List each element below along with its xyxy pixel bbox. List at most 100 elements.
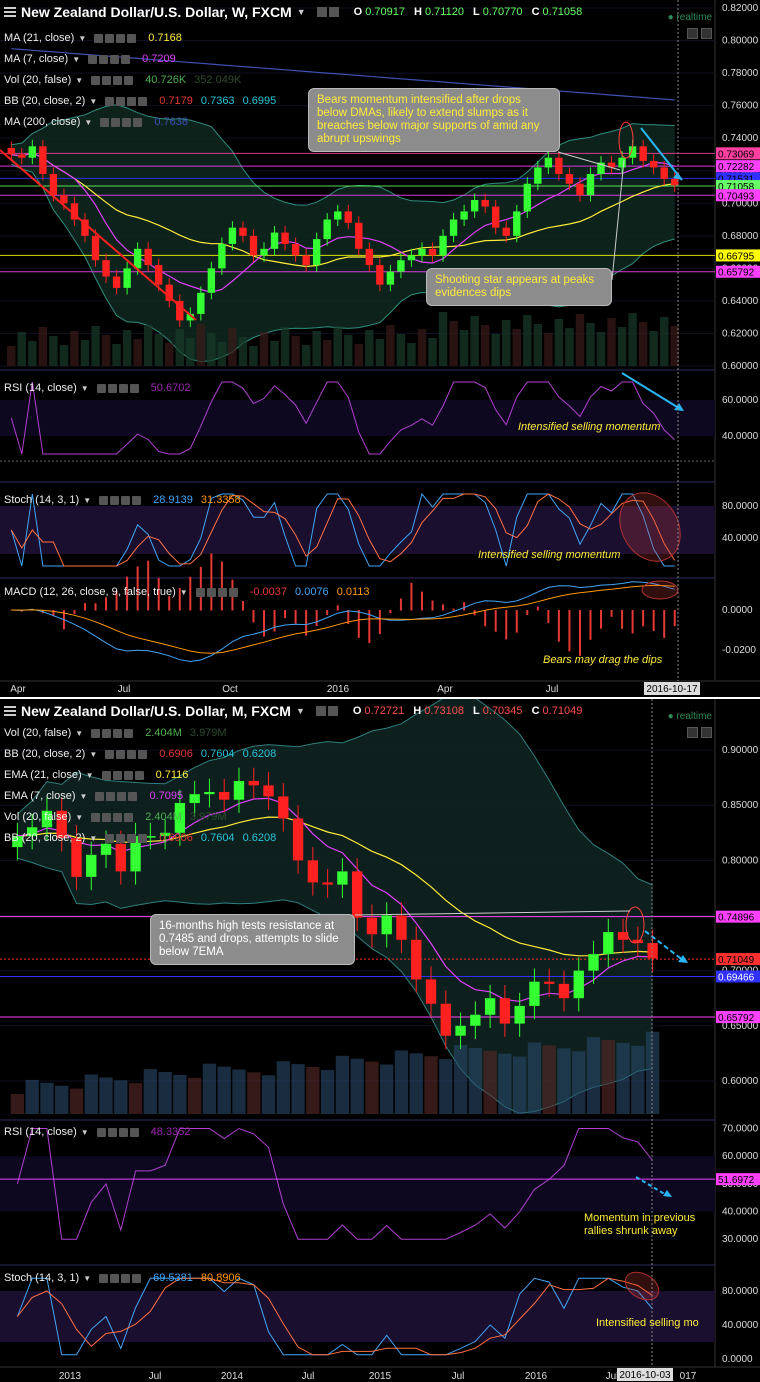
chevron-down-icon[interactable]: ▼ xyxy=(89,834,97,843)
menu-icon[interactable] xyxy=(4,7,16,17)
series-settings-buttons[interactable] xyxy=(316,7,339,17)
indicator-buttons[interactable] xyxy=(88,54,131,64)
indicator-value: 352.049K xyxy=(194,74,242,86)
indicator-label: MA (21, close) xyxy=(4,32,75,44)
pane-controls[interactable] xyxy=(687,28,712,39)
monthly-symbol-title[interactable]: New Zealand Dollar/U.S. Dollar, M, FXCM xyxy=(21,703,291,719)
chevron-down-icon[interactable]: ▼ xyxy=(297,7,306,17)
volume-bar xyxy=(344,335,353,366)
candle-body xyxy=(307,860,319,883)
indicator-buttons[interactable] xyxy=(100,117,143,127)
macd-histogram-bar xyxy=(515,610,518,633)
arrow-up-icon[interactable] xyxy=(701,28,712,39)
chevron-down-icon[interactable]: ▼ xyxy=(75,729,83,738)
indicator-buttons[interactable] xyxy=(105,96,148,106)
candle-body xyxy=(639,146,647,161)
arrow-down-icon[interactable] xyxy=(687,28,698,39)
indicator-buttons[interactable] xyxy=(94,33,137,43)
candle-body xyxy=(428,248,437,256)
indicator-legend[interactable]: EMA (7, close) ▼ 0.7095 xyxy=(4,790,183,802)
indicator-legend[interactable]: BB (20, close, 2) ▼ 0.7179 0.7363 0.6995 xyxy=(4,95,276,107)
indicator-legend[interactable]: EMA (21, close) ▼ 0.7116 xyxy=(4,769,188,781)
indicator-value: 0.7638 xyxy=(154,116,188,128)
indicator-buttons[interactable] xyxy=(91,728,134,738)
candle-body xyxy=(481,200,489,207)
indicator-legend[interactable]: MA (7, close) ▼ 0.7209 xyxy=(4,53,176,65)
monthly-stoch-legend: Stoch (14, 3, 1) ▼ 69.5381 80.8906 xyxy=(4,1272,241,1284)
indicator-legend[interactable]: BB (20, close, 2) ▼ 0.6906 0.7604 0.6208 xyxy=(4,748,276,760)
macd-histogram-bar xyxy=(389,610,392,614)
candle-body xyxy=(660,167,668,179)
candle-body xyxy=(455,1025,466,1036)
candle-body xyxy=(270,232,279,249)
price-axis-label: 0.60000 xyxy=(722,361,759,372)
stoch-axis-label: 0.0000 xyxy=(722,1354,753,1365)
pane-controls[interactable] xyxy=(687,727,712,738)
note-shooting-star: Shooting star appears at peaks evidences… xyxy=(426,268,612,306)
candle-body xyxy=(39,146,47,174)
indicator-buttons[interactable] xyxy=(95,791,138,801)
candle-body xyxy=(322,882,333,885)
chevron-down-icon[interactable]: ▼ xyxy=(78,34,86,43)
volume-bar xyxy=(596,332,606,366)
chevron-down-icon[interactable]: ▼ xyxy=(72,55,80,64)
arrow-down-icon[interactable] xyxy=(687,727,698,738)
candle-body xyxy=(263,785,274,797)
indicator-buttons[interactable] xyxy=(91,75,134,85)
candle-body xyxy=(302,255,310,266)
indicator-buttons[interactable] xyxy=(91,812,134,822)
volume-bar xyxy=(158,1072,172,1114)
macd-histogram-bar xyxy=(83,603,86,611)
chevron-down-icon[interactable]: ▼ xyxy=(80,792,88,801)
chevron-down-icon[interactable]: ▼ xyxy=(89,97,97,106)
indicator-buttons[interactable] xyxy=(101,770,144,780)
chevron-down-icon[interactable]: ▼ xyxy=(84,118,92,127)
indicator-legend[interactable]: Vol (20, false) ▼ 2.404M 3.979M xyxy=(4,727,227,739)
volume-bar xyxy=(232,1069,246,1114)
chevron-down-icon[interactable]: ▼ xyxy=(296,706,305,716)
candle-body xyxy=(529,981,540,1006)
realtime-badge: ● realtime xyxy=(667,12,712,23)
volume-bar xyxy=(247,1072,261,1114)
candle-body xyxy=(381,915,392,935)
macd-histogram-bar xyxy=(600,610,603,629)
chevron-down-icon[interactable]: ▼ xyxy=(89,750,97,759)
series-settings-buttons[interactable] xyxy=(315,706,338,716)
monthly-chart[interactable]: 0.900000.850000.800000.750000.700000.650… xyxy=(0,699,760,1382)
time-axis-label: Apr xyxy=(437,684,453,695)
menu-icon[interactable] xyxy=(4,706,16,716)
chevron-down-icon[interactable]: ▼ xyxy=(75,813,83,822)
volume-bar xyxy=(409,1053,423,1114)
candle-body xyxy=(219,791,230,800)
weekly-symbol-title[interactable]: New Zealand Dollar/U.S. Dollar, W, FXCM xyxy=(21,4,292,20)
indicator-label: MA (7, close) xyxy=(4,53,69,65)
volume-bar xyxy=(512,329,521,366)
candle-body xyxy=(228,227,237,244)
weekly-chart[interactable]: 0.82000 0.80000 0.78000 0.76000 0.74000 0.720… xyxy=(0,0,760,697)
macd-histogram-bar xyxy=(263,610,266,637)
arrow-up-icon[interactable] xyxy=(701,727,712,738)
arrow-head xyxy=(678,955,688,963)
monthly-rsi-legend: RSI (14, close) ▼ 48.3352 xyxy=(4,1126,191,1138)
volume-bar xyxy=(638,322,648,366)
chevron-down-icon[interactable]: ▼ xyxy=(86,771,94,780)
indicator-legend[interactable]: BB (20, close, 2) ▼ 0.6906 0.7604 0.6208 xyxy=(4,832,276,844)
macd-histogram-bar xyxy=(284,610,287,619)
indicator-buttons[interactable] xyxy=(105,749,148,759)
weekly-stoch-annotation: Intensified selling momentum xyxy=(478,549,621,561)
indicator-legend[interactable]: Vol (20, false) ▼ 40.726K 352.049K xyxy=(4,74,241,86)
price-axis-label: 0.76000 xyxy=(722,101,759,112)
chevron-down-icon[interactable]: ▼ xyxy=(75,76,83,85)
volume-bar xyxy=(80,340,90,366)
candle-body xyxy=(366,917,378,935)
candle-body xyxy=(18,154,26,158)
macd-histogram-bar xyxy=(399,598,402,611)
rsi-axis-label: 40.0000 xyxy=(722,1207,759,1218)
indicator-legend[interactable]: MA (200, close) ▼ 0.7638 xyxy=(4,116,188,128)
indicator-legend[interactable]: Vol (20, false) ▼ 2.404M 3.979M xyxy=(4,811,227,823)
indicator-buttons[interactable] xyxy=(105,833,148,843)
indicator-legend[interactable]: MA (21, close) ▼ 0.7168 xyxy=(4,32,182,44)
volume-bar xyxy=(586,1037,601,1114)
candle-body xyxy=(281,232,289,244)
candle-body xyxy=(470,200,479,212)
